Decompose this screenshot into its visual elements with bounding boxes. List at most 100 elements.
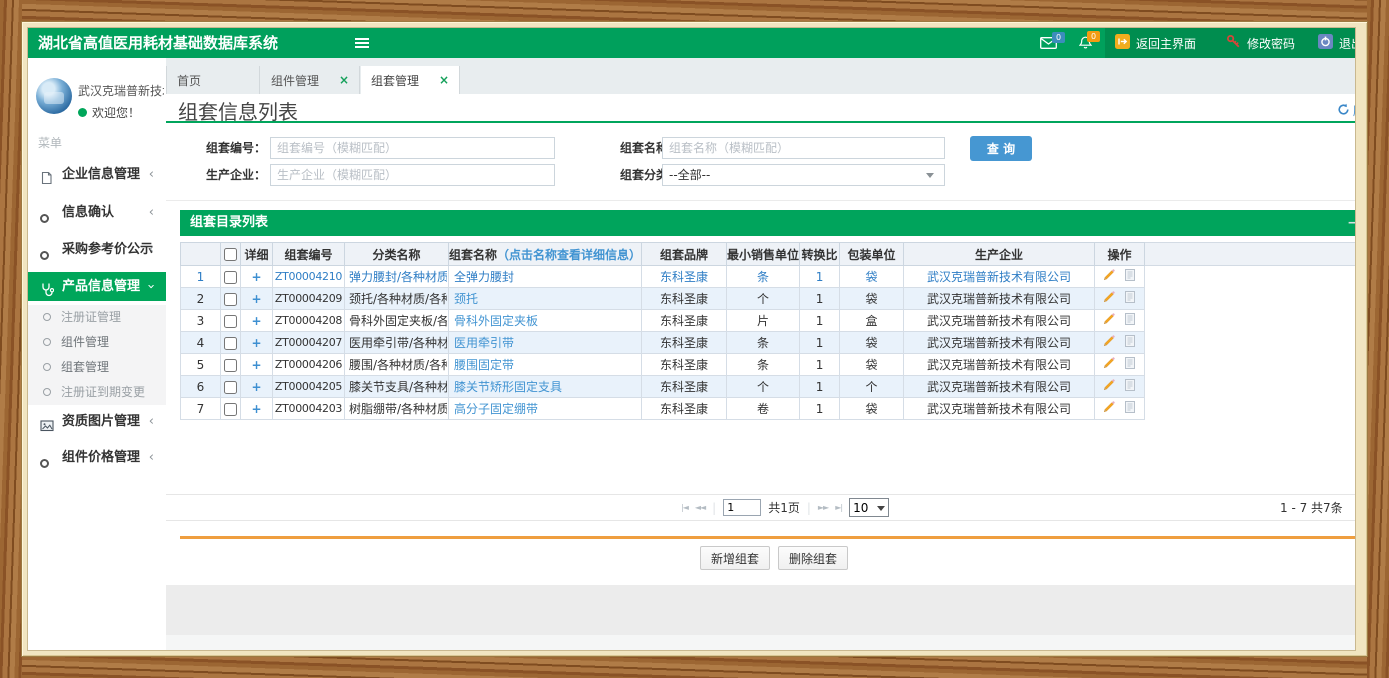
conversion-ratio: 1 <box>800 376 840 398</box>
last-page-button[interactable]: ►| <box>835 503 842 512</box>
first-page-button[interactable]: |◄ <box>681 503 688 512</box>
category-text: 颈托/各种材质/各种规格 <box>345 290 447 307</box>
title-underline <box>166 121 1355 123</box>
view-detail-icon[interactable] <box>1123 312 1137 329</box>
manufacturer-text: 武汉克瑞普新技术有限公司 <box>927 380 1071 394</box>
package-unit: 袋 <box>840 266 904 288</box>
sidebar-item-info-confirm[interactable]: 信息确认 ‹ <box>28 199 166 227</box>
change-password-button[interactable]: 修改密码 <box>1226 28 1295 58</box>
row-checkbox[interactable] <box>224 271 237 284</box>
product-info-submenu: 注册证管理 组件管理 组套管理 注册证到期变更 <box>28 305 166 405</box>
expand-row-button[interactable]: + <box>251 380 261 394</box>
set-name-link[interactable]: 腰围固定带 <box>449 358 514 372</box>
close-icon[interactable]: × <box>339 73 349 87</box>
sidebar-subitem-set-manage[interactable]: 组套管理 <box>28 355 166 380</box>
row-checkbox[interactable] <box>224 293 237 306</box>
row-checkbox[interactable] <box>224 381 237 394</box>
select-all-checkbox[interactable] <box>224 248 237 261</box>
tab-set-manage[interactable]: 组套管理 × <box>361 66 460 94</box>
set-name-link[interactable]: 医用牵引带 <box>449 336 514 350</box>
sidebar-item-enterprise-info[interactable]: 企业信息管理 ‹ <box>28 161 166 189</box>
add-set-button[interactable]: 新增组套 <box>700 546 770 570</box>
set-table: 详细 组套编号 分类名称 组套名称（点击名称查看详细信息） 组套品牌 最小销售单… <box>180 242 1145 420</box>
prev-page-button[interactable]: ◄◄ <box>695 503 705 512</box>
next-page-button[interactable]: ►► <box>818 503 828 512</box>
expand-row-button[interactable]: + <box>251 292 261 306</box>
edit-icon[interactable] <box>1102 356 1116 373</box>
sidebar-item-product-info[interactable]: 产品信息管理 ‹ <box>28 272 166 301</box>
conversion-ratio: 1 <box>800 310 840 332</box>
circle-icon <box>40 206 54 220</box>
logout-button[interactable]: 退出 <box>1318 28 1355 58</box>
chevron-left-icon: ‹ <box>149 444 154 472</box>
collapse-icon[interactable]: — <box>1348 210 1355 234</box>
delete-set-button[interactable]: 删除组套 <box>778 546 848 570</box>
page-number-input[interactable] <box>723 499 761 516</box>
conversion-ratio: 1 <box>800 288 840 310</box>
expand-row-button[interactable]: + <box>251 358 261 372</box>
row-checkbox[interactable] <box>224 337 237 350</box>
category-cell: 医用牵引带/各种材质/各种 <box>345 332 449 354</box>
sidebar-item-qualification-images[interactable]: 资质图片管理 ‹ <box>28 408 166 436</box>
set-name-input[interactable] <box>662 137 945 159</box>
set-name-link[interactable]: 高分子固定绷带 <box>449 402 538 416</box>
view-detail-icon[interactable] <box>1123 356 1137 373</box>
edit-icon[interactable] <box>1102 378 1116 395</box>
refresh-button[interactable]: 刷新 <box>1337 102 1355 119</box>
return-home-button[interactable]: 返回主界面 <box>1115 28 1196 58</box>
sidebar-subitem-registration-cert[interactable]: 注册证管理 <box>28 305 166 330</box>
close-icon[interactable]: × <box>439 73 449 87</box>
list-panel-header: 组套目录列表 — <box>180 210 1355 236</box>
hamburger-icon[interactable] <box>355 38 369 50</box>
header-category: 分类名称 <box>345 243 449 266</box>
set-name-cell: 骨科外固定夹板 <box>449 310 642 332</box>
manufacturer-input[interactable] <box>270 164 555 186</box>
tab-component-manage[interactable]: 组件管理 × <box>261 66 360 94</box>
set-brand: 东科圣康 <box>642 376 727 398</box>
page-size-select[interactable]: 10 <box>849 498 889 517</box>
row-checkbox[interactable] <box>224 359 237 372</box>
expand-row-button[interactable]: + <box>251 336 261 350</box>
set-name-link[interactable]: 全弹力腰封 <box>449 270 514 284</box>
tab-home[interactable]: 首页 <box>166 66 260 94</box>
subitem-label: 注册证管理 <box>61 305 121 330</box>
row-checkbox[interactable] <box>224 315 237 328</box>
set-category-select[interactable]: --全部-- <box>662 164 945 186</box>
edit-icon[interactable] <box>1102 334 1116 351</box>
table-row: 6 + ZT00004205 膝关节支具/各种材质/各种 膝关节矫形固定支具 东… <box>181 376 1145 398</box>
view-detail-icon[interactable] <box>1123 400 1137 417</box>
sidebar-item-label: 采购参考价公示 <box>62 236 153 264</box>
sidebar-item-component-price[interactable]: 组件价格管理 ‹ <box>28 444 166 472</box>
edit-icon[interactable] <box>1102 312 1116 329</box>
row-checkbox[interactable] <box>224 403 237 416</box>
expand-row-button[interactable]: + <box>251 402 261 416</box>
edit-icon[interactable] <box>1102 400 1116 417</box>
sidebar-subitem-cert-expiry[interactable]: 注册证到期变更 <box>28 380 166 405</box>
edit-icon[interactable] <box>1102 290 1116 307</box>
min-sale-unit: 个 <box>727 376 800 398</box>
set-name-link[interactable]: 颈托 <box>449 292 478 306</box>
view-detail-icon[interactable] <box>1123 268 1137 285</box>
set-brand: 东科圣康 <box>642 354 727 376</box>
view-detail-icon[interactable] <box>1123 378 1137 395</box>
set-code-input[interactable] <box>270 137 555 159</box>
mail-icon[interactable]: 0 <box>1040 37 1057 52</box>
sidebar-item-reference-price[interactable]: 采购参考价公示 ‹ <box>28 236 166 264</box>
query-button[interactable]: 查 询 <box>970 136 1032 161</box>
orange-divider <box>180 536 1355 539</box>
bell-icon[interactable]: 0 <box>1079 36 1092 53</box>
user-name: 武汉克瑞普新技术 <box>78 82 164 99</box>
conversion-ratio: 1 <box>800 398 840 420</box>
sidebar-subitem-component-manage[interactable]: 组件管理 <box>28 330 166 355</box>
expand-row-button[interactable]: + <box>251 270 261 284</box>
set-name-link[interactable]: 骨科外固定夹板 <box>449 314 538 328</box>
view-detail-icon[interactable] <box>1123 334 1137 351</box>
set-code-label: 组套编号： <box>186 136 266 160</box>
set-name-link[interactable]: 膝关节矫形固定支具 <box>449 380 562 394</box>
expand-row-button[interactable]: + <box>251 314 261 328</box>
pagination-controls: |◄ ◄◄ | 共1页 | ►► ►| 10 <box>681 495 889 520</box>
category-text: 树脂绷带/各种材质/各种 <box>345 400 447 417</box>
stethoscope-icon <box>40 279 54 293</box>
view-detail-icon[interactable] <box>1123 290 1137 307</box>
edit-icon[interactable] <box>1102 268 1116 285</box>
